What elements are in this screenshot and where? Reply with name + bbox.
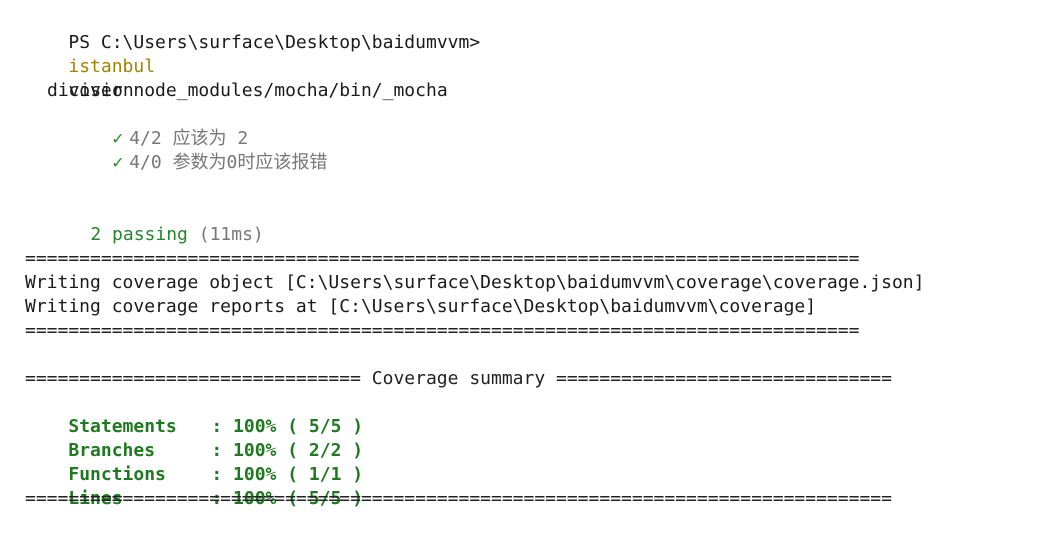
test-result-2: ✓ 4/0 参数为0时应该报错 xyxy=(69,127,327,199)
suite-name: division xyxy=(47,80,134,101)
prompt-path: PS C:\Users\surface\Desktop\baidumvvm> xyxy=(68,32,481,53)
coverage-summary-header: =============================== Coverage… xyxy=(25,368,892,389)
command-name: istanbul xyxy=(68,56,156,77)
writing-reports-line: Writing coverage reports at [C:\Users\su… xyxy=(25,296,817,317)
writing-object-line: Writing coverage object [C:\Users\surfac… xyxy=(25,272,925,293)
separator-line: ========================================… xyxy=(25,248,860,269)
test-id: 4/0 xyxy=(129,152,162,173)
terminal-window[interactable]: PS C:\Users\surface\Desktop\baidumvvm> i… xyxy=(0,0,1056,509)
coverage-summary-footer: ========================================… xyxy=(25,488,892,509)
separator-line: ========================================… xyxy=(25,320,860,341)
test-title: 参数为0时应该报错 xyxy=(172,152,328,173)
passing-duration: (11ms) xyxy=(198,224,264,245)
check-icon: ✓ xyxy=(112,152,124,173)
passing-count: 2 passing xyxy=(90,224,188,245)
